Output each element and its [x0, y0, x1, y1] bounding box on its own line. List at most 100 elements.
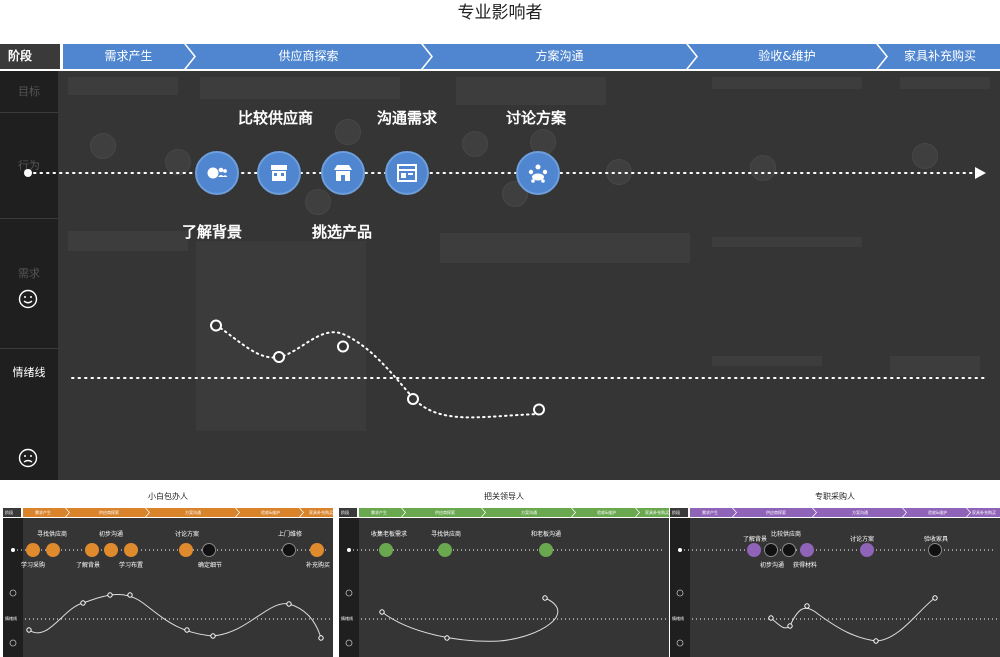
stage-label: 家具补充购买	[903, 49, 976, 63]
thumbnail-label: 比较供应商	[771, 531, 802, 538]
touchpoint-label: 挑选产品	[312, 223, 373, 241]
store-icon	[334, 165, 352, 181]
thumbnail-stage: 需求产生	[702, 510, 718, 515]
thumbnail-node	[800, 543, 814, 557]
touchpoint-node[interactable]	[385, 151, 429, 195]
thumbnail-title: 小白包办人	[148, 492, 188, 501]
thumbnail-node	[379, 543, 393, 557]
thumbnail-lines	[345, 548, 669, 647]
thumbnail-lane-emotion: 情绪线	[672, 616, 684, 621]
thumbnail-board: 收集老板需求 寻找供应商 和老板沟通 情绪线	[339, 518, 669, 657]
emotion-point	[337, 340, 349, 353]
thumbnail-stage-arrows	[670, 508, 1000, 517]
thumbnail-stage: 验收&维护	[261, 510, 281, 515]
thumbnail-label: 讨论方案	[850, 536, 875, 543]
thumbnail-map-2[interactable]: 把关领导人 阶段 需求产生 供应商探索 方案沟通 验收&维护 家具补充购买 收集…	[339, 488, 669, 657]
journey-lines	[24, 167, 986, 419]
emotion-curve	[215, 324, 540, 419]
thumbnail-map-3[interactable]: 专职采购人 阶段 需求产生 供应商探索 方案沟通 验收&维护 家具补充购买 了解…	[670, 488, 1000, 657]
thumbnail-label: 寻找供应商	[37, 531, 68, 538]
thumbnail-label: 确定细节	[198, 562, 223, 569]
touchpoint-label: 了解背景	[182, 223, 243, 241]
thumbnail-node	[282, 543, 296, 557]
thumbnail-label: 学习采购	[21, 562, 46, 569]
thumbnail-lines	[9, 548, 333, 647]
emotion-points	[210, 319, 545, 416]
thumbnail-stages: 阶段 需求产生 供应商探索 方案沟通 验收&维护 家具补充购买	[339, 508, 669, 517]
thumbnail-stages: 阶段 需求产生 供应商探索 方案沟通 验收&维护 家具补充购买	[3, 508, 333, 517]
thumbnail-stage: 供应商探索	[435, 510, 455, 515]
thumbnail-label: 了解背景	[76, 562, 101, 569]
thumbnail-stage: 供应商探索	[99, 510, 119, 515]
thumbnail-node	[928, 543, 942, 557]
emotion-point	[273, 351, 285, 363]
thumbnail-node	[124, 543, 138, 557]
building-icon	[271, 165, 287, 181]
thumbnail-label: 和老板沟通	[531, 531, 562, 538]
thumbnail-stage: 家具补充购买	[972, 510, 996, 515]
touchpoint-label: 比较供应商	[238, 109, 314, 127]
thumbnail-stage-head: 阶段	[341, 510, 349, 515]
stage-label: 需求产生	[104, 49, 153, 63]
thumbnail-stage: 验收&维护	[597, 510, 617, 515]
emotion-point	[210, 319, 222, 332]
thumbnail-node	[539, 543, 553, 557]
thumbnail-label: 初步沟通	[760, 562, 785, 569]
thumbnail-label: 收集老板需求	[371, 531, 408, 538]
thumbnail-node	[46, 543, 60, 557]
thumbnail-node	[104, 543, 118, 557]
thumbnail-stage-arrows	[3, 508, 333, 517]
thumbnail-map-1[interactable]: 小白包办人 阶段 需求产生 供应商探索 方案沟通 验收&维护 家具补充购买 寻找…	[3, 488, 333, 657]
thumbnail-label: 学习布置	[119, 562, 144, 569]
touchpoint-node[interactable]	[516, 151, 560, 195]
thumbnail-node	[438, 543, 452, 557]
thumbnail-stage: 方案沟通	[852, 510, 868, 515]
thumbnail-stages: 阶段 需求产生 供应商探索 方案沟通 验收&维护 家具补充购买	[670, 508, 1000, 517]
meeting-icon	[528, 164, 548, 183]
touchpoint-node[interactable]	[257, 151, 301, 195]
stage-label: 方案沟通	[535, 49, 584, 63]
thumbnail-node	[26, 543, 40, 557]
thumbnail-stage: 验收&维护	[928, 510, 948, 515]
thumbnail-board: 了解背景 比较供应商 讨论方案 验收家具 初步沟通 获得材料 情绪线	[670, 518, 1000, 657]
thumbnail-stage: 供应商探索	[766, 510, 786, 515]
layout-icon	[397, 164, 417, 182]
timeline-arrow-icon	[975, 167, 986, 179]
thumbnail-stage: 需求产生	[35, 510, 51, 515]
timeline-start-dot	[24, 169, 32, 177]
thumbnail-label: 了解背景	[743, 536, 768, 543]
thumbnail-board: 寻找供应商 初步沟通 讨论方案 上门维修 学习采购 了解背景 学习布置 确定细节…	[3, 518, 333, 657]
thumbnail-label: 验收家具	[924, 536, 949, 543]
thumbnail-lines	[676, 548, 1000, 647]
touchpoint-label: 沟通需求	[377, 109, 438, 127]
thumbnail-stage: 方案沟通	[185, 510, 201, 515]
journey-board: 目标 行为 需求 情绪线 了解背景 比较供应商 挑选产品 沟通需求 讨论方案	[0, 71, 1000, 480]
thumbnail-label: 上门维修	[278, 531, 303, 538]
thumbnail-title: 专职采购人	[815, 492, 855, 501]
thumbnail-label: 获得材料	[793, 562, 818, 569]
thumbnail-stage: 家具补充购买	[309, 510, 333, 515]
touchpoint-node[interactable]	[195, 151, 239, 195]
thumbnail-label: 寻找供应商	[431, 531, 462, 538]
emotion-point	[533, 403, 545, 416]
thumbnail-label: 讨论方案	[175, 531, 200, 538]
thumbnail-stage-arrows	[339, 508, 669, 517]
thumbnail-title: 把关领导人	[484, 492, 524, 501]
people-globe-icon	[207, 167, 228, 179]
thumbnail-node	[310, 543, 324, 557]
thumbnail-lane-emotion: 情绪线	[341, 616, 353, 621]
touchpoint-label: 讨论方案	[506, 109, 567, 127]
stage-label: 供应商探索	[278, 49, 339, 63]
thumbnail-label: 补充购买	[306, 562, 331, 569]
stage-row: 阶段 需求产生 供应商探索 方案沟通 验收&维护 家具补充购买	[0, 44, 1000, 69]
thumbnail-node	[202, 543, 216, 557]
thumbnail-node	[860, 543, 874, 557]
thumbnail-stage: 需求产生	[371, 510, 387, 515]
thumbnail-node	[747, 543, 761, 557]
thumbnail-lane-emotion: 情绪线	[5, 616, 17, 621]
page-title: 专业影响者	[457, 3, 543, 23]
journey-map-main: 阶段 需求产生 供应商探索 方案沟通 验收&维护 家具补充购买 目标 行为 需求…	[0, 44, 1000, 480]
thumbnail-stage: 家具补充购买	[645, 510, 669, 515]
thumbnail-stage-head: 阶段	[672, 510, 680, 515]
touchpoint-node[interactable]	[321, 151, 365, 195]
